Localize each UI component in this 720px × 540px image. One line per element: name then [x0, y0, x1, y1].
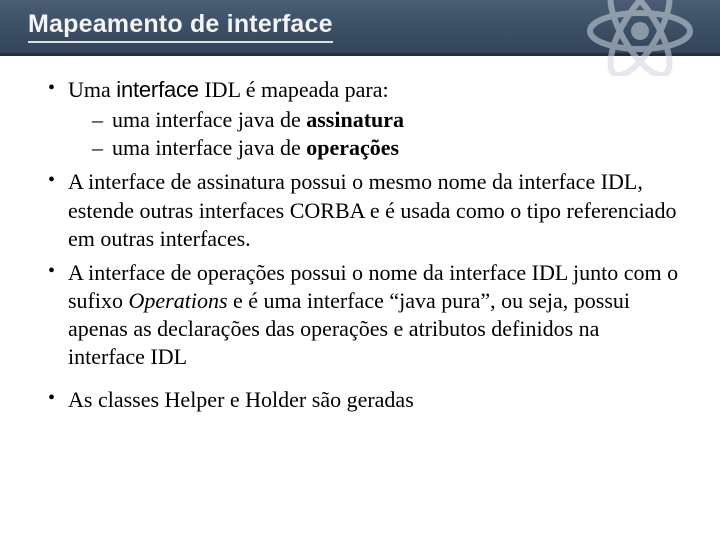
- sub-bullet-2: uma interface java de operações: [68, 134, 680, 162]
- text: As classes Helper e Holder são geradas: [68, 387, 414, 412]
- text: uma interface java de: [112, 135, 306, 160]
- sub-bullet-1: uma interface java de assinatura: [68, 106, 680, 134]
- page-title: Mapeamento de interface: [28, 10, 333, 43]
- text-italic: Operations: [129, 288, 228, 313]
- text: IDL é mapeada para:: [199, 77, 389, 102]
- bullet-2: A interface de assinatura possui o mesmo…: [48, 168, 680, 252]
- content: Uma interface IDL é mapeada para: uma in…: [0, 56, 720, 414]
- slide: Mapeamento de interface Uma interface ID…: [0, 0, 720, 540]
- bullet-1: Uma interface IDL é mapeada para: uma in…: [48, 76, 680, 162]
- bullet-3: A interface de operações possui o nome d…: [48, 259, 680, 372]
- text-bold: assinatura: [306, 107, 404, 132]
- sub-list: uma interface java de assinatura uma int…: [68, 106, 680, 162]
- bullet-list: Uma interface IDL é mapeada para: uma in…: [48, 76, 680, 414]
- logo-icon: [580, 0, 700, 76]
- text-sans: interface: [116, 77, 199, 102]
- text-bold: operações: [306, 135, 399, 160]
- text: Uma: [68, 77, 116, 102]
- text: A interface de assinatura possui o mesmo…: [68, 169, 676, 250]
- text: uma interface java de: [112, 107, 306, 132]
- bullet-4: As classes Helper e Holder são geradas: [48, 386, 680, 414]
- title-bar: Mapeamento de interface: [0, 0, 720, 56]
